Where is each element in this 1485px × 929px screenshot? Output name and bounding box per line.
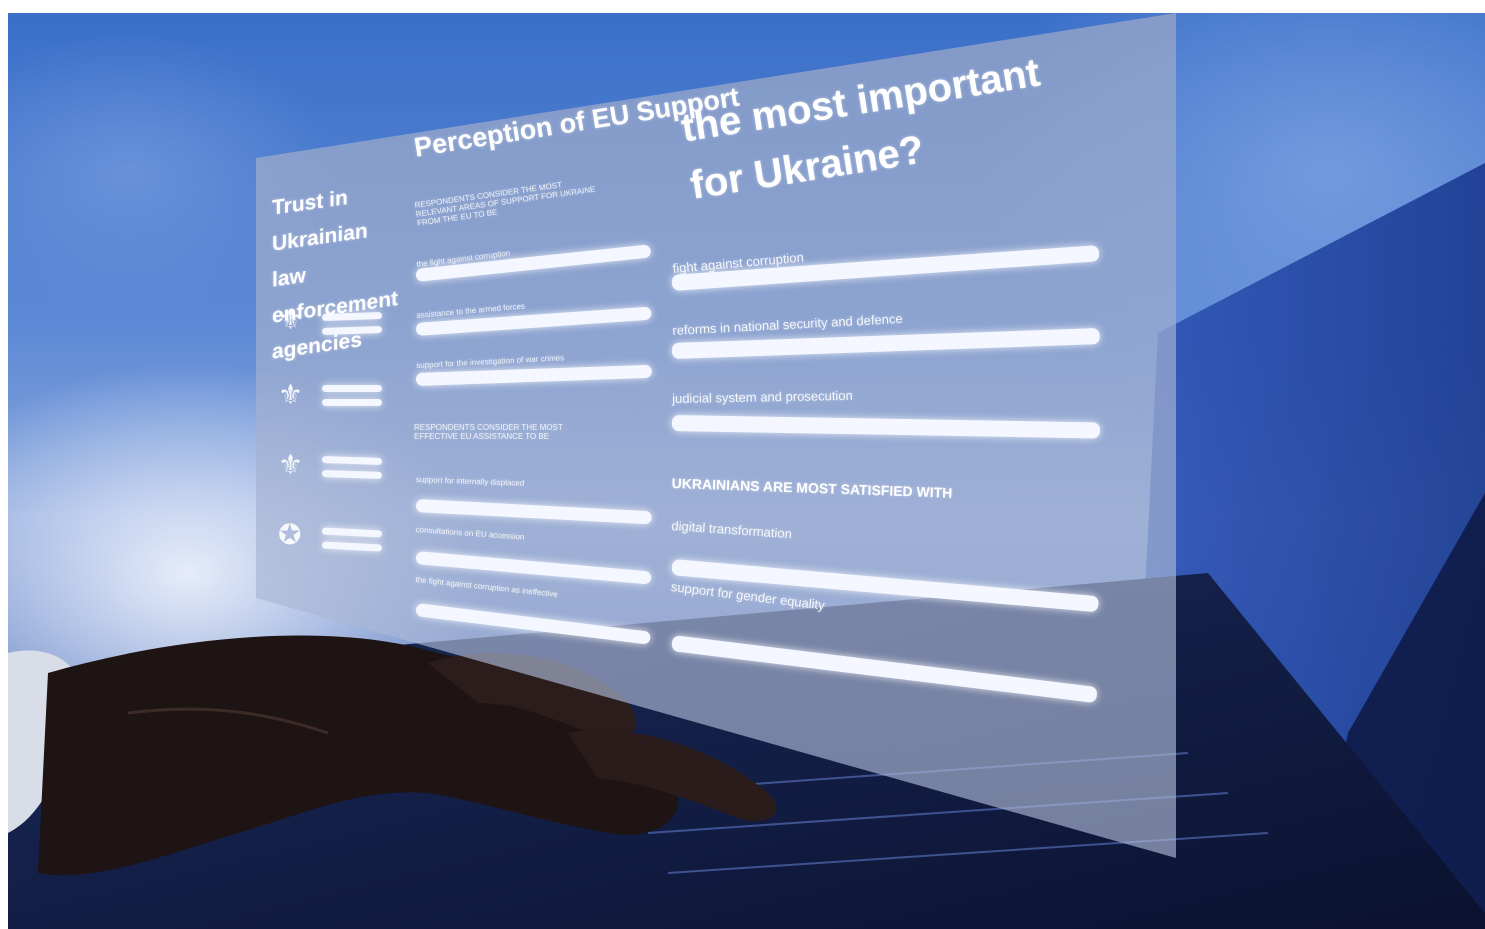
trident-icon: ⚜ [278, 379, 304, 410]
right-item-label: digital transformation [670, 518, 793, 542]
right-subtitle: UKRAINIANS ARE MOST SATISFIED WITH [671, 475, 953, 501]
right-item-bar [671, 635, 1098, 704]
emblem-icon: ✪ [278, 519, 302, 550]
middle-item-label: the fight against corruption as ineffect… [415, 575, 559, 599]
trust-bar [321, 455, 383, 466]
left-column-title: Trust in Ukrainian law enforcement agenc… [272, 186, 399, 364]
trident-icon: ⚜ [278, 304, 304, 335]
trident-icon: ⚜ [278, 449, 304, 480]
middle-subtitle-1: RESPONDENTS CONSIDER THE MOST RELEVANT A… [414, 180, 596, 228]
trust-bar [321, 469, 383, 480]
right-item-label: reforms in national security and defence [672, 310, 903, 338]
middle-subtitle-2: RESPONDENTS CONSIDER THE MOST EFFECTIVE … [414, 423, 563, 441]
right-item-bar [671, 415, 1101, 439]
photo-frame: Trust in Ukrainian law enforcement agenc… [8, 13, 1485, 929]
trust-bar [321, 541, 383, 552]
right-item-bar [671, 559, 1100, 613]
middle-item-label: consultations on EU accession [415, 525, 525, 542]
trust-bar [321, 527, 383, 538]
middle-item-bar [415, 603, 652, 645]
middle-item-label: support for the investigation of war cri… [416, 353, 565, 370]
trust-bar [322, 385, 382, 392]
right-item-label: judicial system and prosecution [672, 387, 853, 406]
middle-item-label: support for internally displaced [415, 475, 525, 488]
middle-item-bar [415, 499, 653, 525]
trust-bar [322, 399, 382, 406]
